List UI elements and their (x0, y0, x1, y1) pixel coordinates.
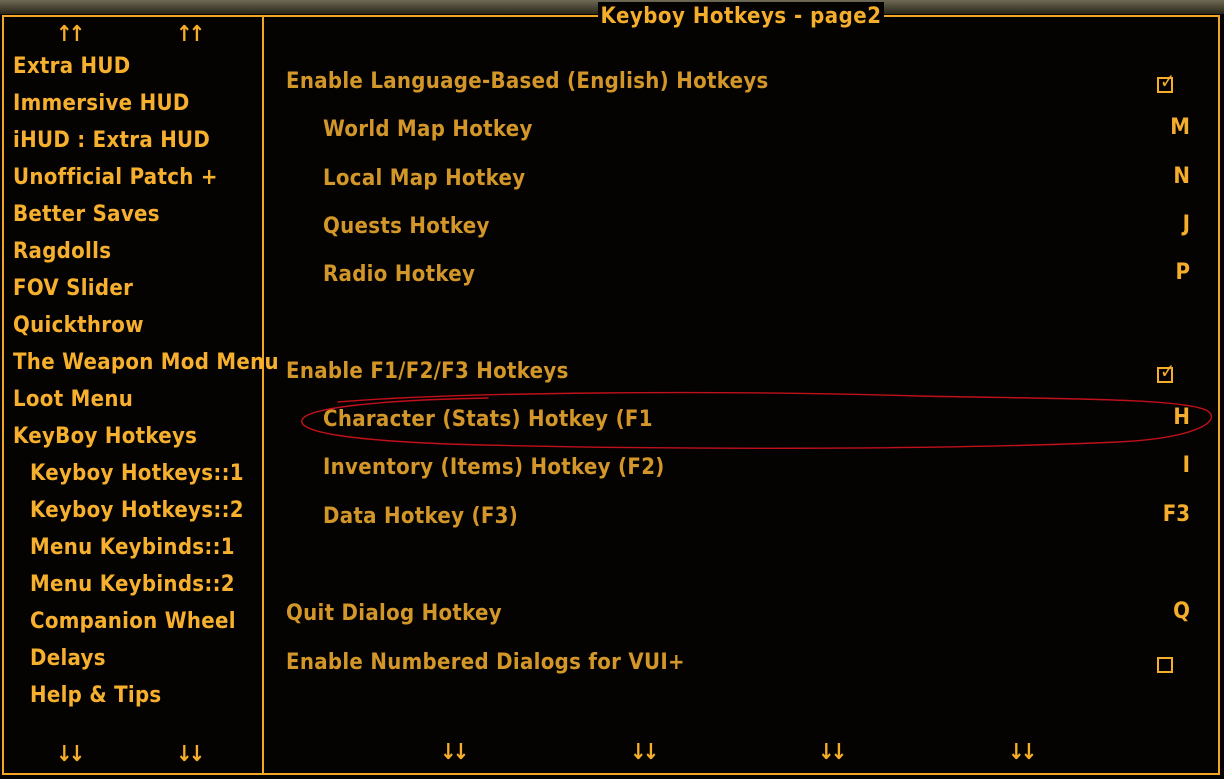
option-quests-hotkey[interactable]: Quests Hotkey (323, 214, 490, 239)
pipboy-config-window: Keyboy Hotkeys - page2 ↑↑ ↑↑ ↓↓ ↓↓ Extra… (0, 0, 1224, 779)
sidebar-subitem-menu-keybinds-1[interactable]: Menu Keybinds::1 (30, 535, 235, 560)
sidebar-item-ragdolls[interactable]: Ragdolls (13, 239, 111, 264)
option-enable-f-hotkeys[interactable]: Enable F1/F2/F3 Hotkeys (286, 359, 569, 384)
checkbox-enable-numbered-dialogs[interactable] (1157, 657, 1173, 673)
option-data-hotkey[interactable]: Data Hotkey (F3) (323, 504, 518, 529)
scroll-down-icon[interactable]: ↓↓ (440, 742, 469, 764)
page-title: Keyboy Hotkeys - page2 (598, 2, 884, 32)
value-data-hotkey[interactable]: F3 (1130, 502, 1190, 527)
option-quit-dialog-hotkey[interactable]: Quit Dialog Hotkey (286, 601, 502, 626)
value-character-stats-hotkey[interactable]: H (1130, 405, 1190, 430)
checkmark-icon: ✓ (1160, 359, 1176, 383)
sidebar-item-unofficial-patch[interactable]: Unofficial Patch + (13, 165, 218, 190)
scroll-down-icon[interactable]: ↓↓ (818, 742, 847, 764)
sidebar-subitem-keyboy-hotkeys-2[interactable]: Keyboy Hotkeys::2 (30, 498, 244, 523)
checkmark-icon: ✓ (1160, 69, 1176, 93)
option-enable-language-hotkeys[interactable]: Enable Language-Based (English) Hotkeys (286, 69, 769, 94)
sidebar-subitem-menu-keybinds-2[interactable]: Menu Keybinds::2 (30, 572, 235, 597)
option-radio-hotkey[interactable]: Radio Hotkey (323, 262, 475, 287)
sidebar-item-better-saves[interactable]: Better Saves (13, 202, 160, 227)
sidebar-subitem-keyboy-hotkeys-1[interactable]: Keyboy Hotkeys::1 (30, 461, 244, 486)
sidebar-item-weapon-mod-menu[interactable]: The Weapon Mod Menu (13, 350, 279, 375)
option-inventory-items-hotkey[interactable]: Inventory (Items) Hotkey (F2) (323, 455, 665, 480)
value-quests-hotkey[interactable]: J (1130, 212, 1190, 237)
scroll-down-icon[interactable]: ↓↓ (630, 742, 659, 764)
sidebar-subitem-help-tips[interactable]: Help & Tips (30, 683, 162, 708)
sidebar-item-immersive-hud[interactable]: Immersive HUD (13, 91, 190, 116)
option-local-map-hotkey[interactable]: Local Map Hotkey (323, 166, 525, 191)
value-quit-dialog-hotkey[interactable]: Q (1130, 599, 1190, 624)
option-world-map-hotkey[interactable]: World Map Hotkey (323, 117, 533, 142)
checkbox-enable-language-hotkeys[interactable]: ✓ (1157, 71, 1175, 93)
sidebar-item-loot-menu[interactable]: Loot Menu (13, 387, 133, 412)
value-inventory-items-hotkey[interactable]: I (1130, 453, 1190, 478)
sidebar-item-fov-slider[interactable]: FOV Slider (13, 276, 133, 301)
checkbox-enable-f-hotkeys[interactable]: ✓ (1157, 361, 1175, 383)
sidebar-item-extra-hud[interactable]: Extra HUD (13, 54, 131, 79)
value-radio-hotkey[interactable]: P (1130, 260, 1190, 285)
sidebar-item-keyboy-hotkeys[interactable]: KeyBoy Hotkeys (13, 424, 197, 449)
sidebar-subitem-companion-wheel[interactable]: Companion Wheel (30, 609, 236, 634)
scroll-down-icon[interactable]: ↓↓ (1008, 742, 1037, 764)
sidebar-scroll-up-icon[interactable]: ↑↑ (56, 24, 85, 46)
sidebar-scroll-down-icon[interactable]: ↓↓ (176, 744, 205, 766)
option-enable-numbered-dialogs[interactable]: Enable Numbered Dialogs for VUI+ (286, 650, 685, 675)
sidebar-subitem-delays[interactable]: Delays (30, 646, 106, 671)
sidebar-scroll-up-icon[interactable]: ↑↑ (176, 24, 205, 46)
sidebar-scroll-down-icon[interactable]: ↓↓ (56, 744, 85, 766)
sidebar-item-quickthrow[interactable]: Quickthrow (13, 313, 144, 338)
value-world-map-hotkey[interactable]: M (1130, 115, 1190, 140)
option-character-stats-hotkey[interactable]: Character (Stats) Hotkey (F1 (323, 407, 653, 432)
value-local-map-hotkey[interactable]: N (1130, 164, 1190, 189)
sidebar-item-ihud-extra-hud[interactable]: iHUD : Extra HUD (13, 128, 210, 153)
sidebar-divider (262, 15, 264, 775)
